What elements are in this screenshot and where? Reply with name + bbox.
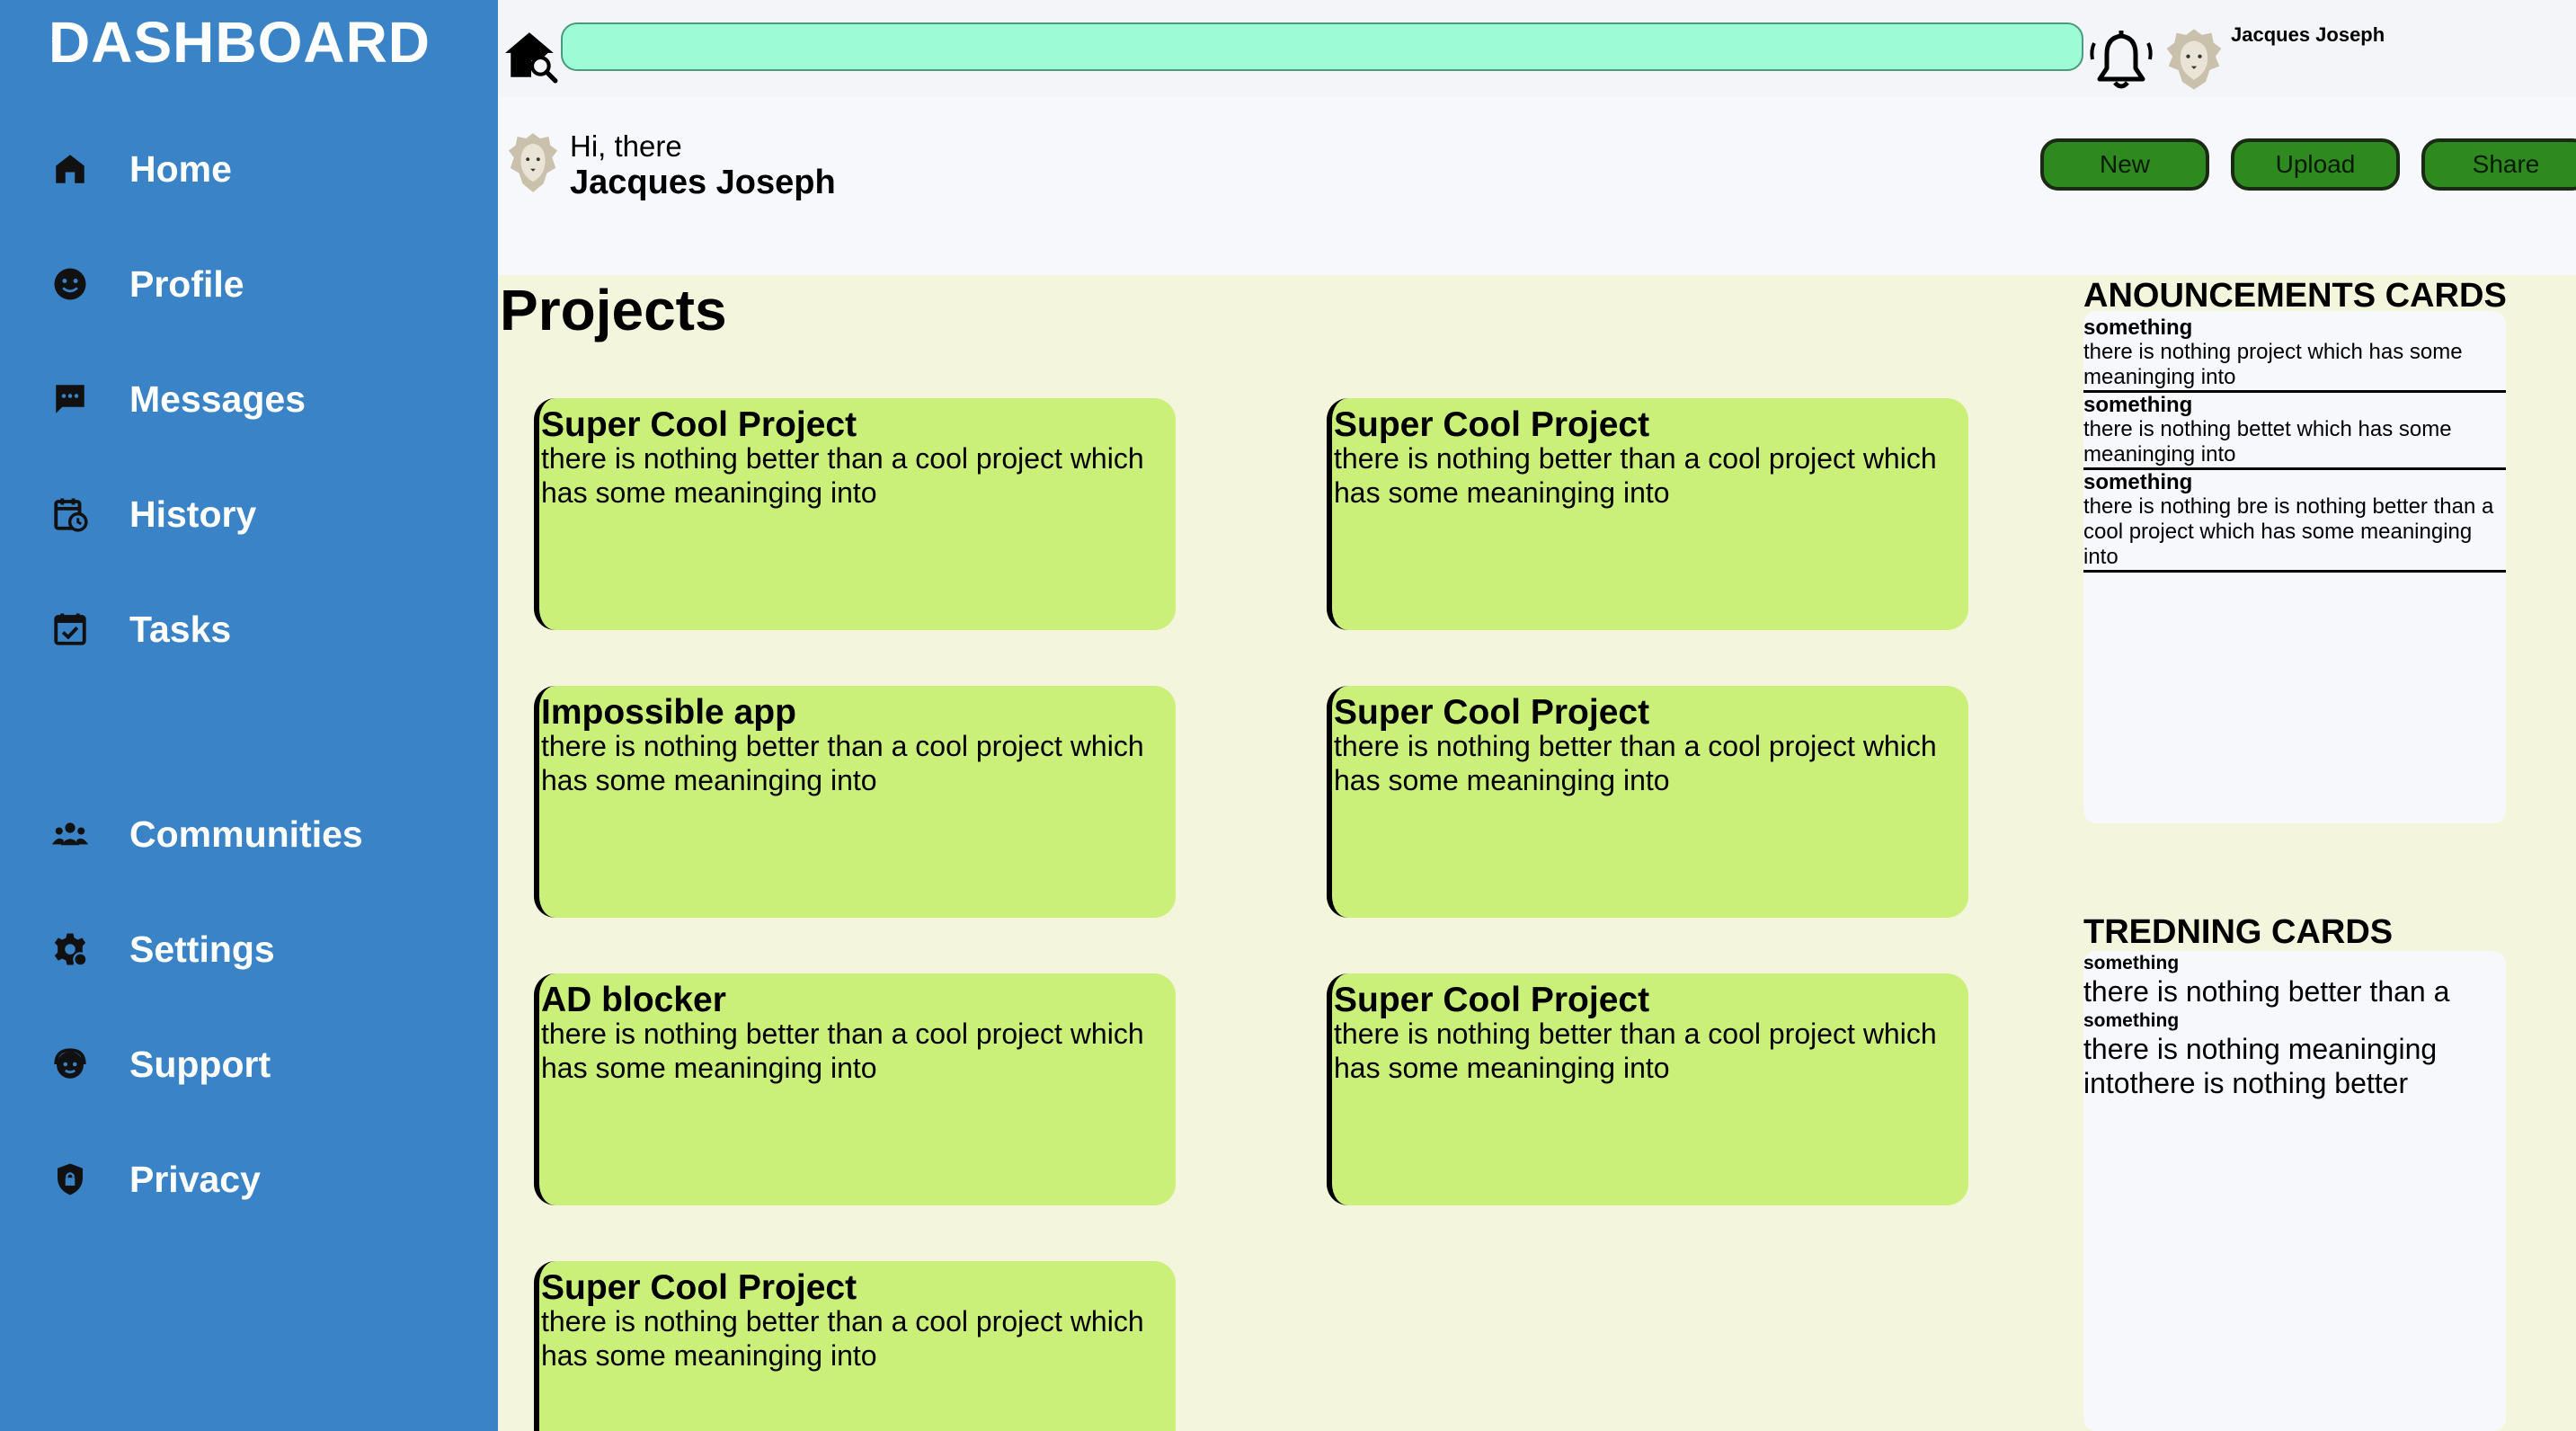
trending-item-title: something: [2083, 953, 2180, 973]
sidebar-item-label: Tasks: [129, 608, 232, 650]
project-card[interactable]: Impossible app there is nothing better t…: [534, 686, 1176, 918]
sidebar-item-messages[interactable]: Messages: [50, 370, 306, 428]
announcement-item[interactable]: something there is nothing bettet which …: [2083, 394, 2506, 470]
project-card[interactable]: Super Cool Project there is nothing bett…: [534, 398, 1176, 630]
support-icon: [50, 1044, 90, 1084]
project-title: Super Cool Project: [541, 1268, 857, 1307]
project-description: there is nothing better than a cool proj…: [541, 1305, 1144, 1372]
trending-item[interactable]: something there is nothing better than a: [2083, 953, 2506, 1009]
sidebar-item-history[interactable]: History: [50, 485, 256, 543]
message-icon: [50, 379, 90, 419]
project-description: there is nothing better than a cool proj…: [1334, 730, 1937, 796]
calendar-check-icon: [50, 609, 90, 649]
history-icon: [50, 494, 90, 534]
project-card[interactable]: Super Cool Project there is nothing bett…: [1327, 973, 1968, 1205]
bell-icon[interactable]: [2087, 27, 2155, 95]
sidebar-item-label: Privacy: [129, 1158, 261, 1200]
sidebar-item-label: Communities: [129, 813, 363, 855]
sidebar: ⠶ DASHBOARD Home Profile Messages Histor…: [0, 0, 498, 1431]
trending-item-description: there is nothing better than a: [2083, 975, 2450, 1008]
share-button[interactable]: Share: [2421, 138, 2576, 191]
announcements-title: ANOUNCEMENTS CARDS: [2083, 277, 2507, 315]
sidebar-item-label: History: [129, 493, 257, 535]
announcement-item[interactable]: something there is nothing project which…: [2083, 316, 2506, 393]
user-name: Jacques Joseph: [2231, 23, 2385, 46]
project-title: AD blocker: [541, 981, 726, 1019]
search-input[interactable]: [561, 22, 2083, 71]
avatar: [507, 129, 559, 198]
sidebar-item-settings[interactable]: Settings: [50, 920, 275, 978]
sidebar-item-home[interactable]: Home: [50, 140, 232, 198]
sidebar-item-support[interactable]: Support: [50, 1035, 271, 1093]
dashboard-logo: DASHBOARD: [49, 10, 431, 75]
project-description: there is nothing better than a cool proj…: [541, 730, 1144, 796]
announcement-description: there is nothing project which has some …: [2083, 340, 2463, 389]
trending-item[interactable]: something there is nothing meaninging in…: [2083, 1010, 2470, 1100]
project-title: Impossible app: [541, 693, 796, 732]
project-title: Super Cool Project: [1334, 405, 1650, 444]
avatar[interactable]: [2161, 25, 2227, 93]
project-description: there is nothing better than a cool proj…: [541, 1018, 1144, 1084]
sidebar-item-communities[interactable]: Communities: [50, 805, 363, 863]
project-description: there is nothing better than a cool proj…: [1334, 442, 1937, 509]
project-title: Super Cool Project: [1334, 693, 1650, 732]
greeting-text: Hi, there: [570, 129, 682, 163]
trending-item-description: there is nothing meaninging intothere is…: [2083, 1033, 2438, 1099]
announcement-description: there is nothing bettet which has some m…: [2083, 417, 2452, 467]
announcement-title: something: [2083, 470, 2193, 494]
project-card[interactable]: Super Cool Project there is nothing bett…: [1327, 686, 1968, 918]
announcement-title: something: [2083, 316, 2193, 340]
project-title: Super Cool Project: [1334, 981, 1650, 1019]
announcement-item[interactable]: something there is nothing bre is nothin…: [2083, 471, 2506, 573]
page-title: Projects: [500, 278, 727, 342]
sidebar-item-label: Settings: [129, 928, 275, 970]
sidebar-item-label: Home: [129, 147, 232, 190]
upload-button[interactable]: Upload: [2231, 138, 2400, 191]
smiley-icon: [50, 264, 90, 304]
home-search-icon[interactable]: [503, 29, 559, 84]
project-description: there is nothing better than a cool proj…: [541, 442, 1144, 509]
home-icon: [50, 149, 90, 189]
sidebar-item-profile[interactable]: Profile: [50, 255, 244, 313]
sidebar-item-label: Profile: [129, 262, 244, 305]
trending-item-title: something: [2083, 1010, 2180, 1031]
sidebar-item-tasks[interactable]: Tasks: [50, 600, 231, 658]
project-card[interactable]: Super Cool Project there is nothing bett…: [534, 1261, 1176, 1431]
sidebar-item-privacy[interactable]: Privacy: [50, 1151, 261, 1208]
announcement-description: there is nothing bre is nothing better t…: [2083, 494, 2494, 569]
project-card[interactable]: Super Cool Project there is nothing bett…: [1327, 398, 1968, 630]
people-icon: [50, 814, 90, 854]
sidebar-item-label: Messages: [129, 378, 306, 420]
project-title: Super Cool Project: [541, 405, 857, 444]
greeting-name: Jacques Joseph: [570, 164, 836, 201]
project-card[interactable]: AD blocker there is nothing better than …: [534, 973, 1176, 1205]
announcement-title: something: [2083, 393, 2193, 417]
new-button[interactable]: New: [2040, 138, 2209, 191]
project-description: there is nothing better than a cool proj…: [1334, 1018, 1937, 1084]
shield-lock-icon: [50, 1160, 90, 1199]
sidebar-item-label: Support: [129, 1043, 271, 1085]
gear-icon: [50, 929, 90, 969]
trending-title: TREDNING CARDS: [2083, 913, 2394, 951]
